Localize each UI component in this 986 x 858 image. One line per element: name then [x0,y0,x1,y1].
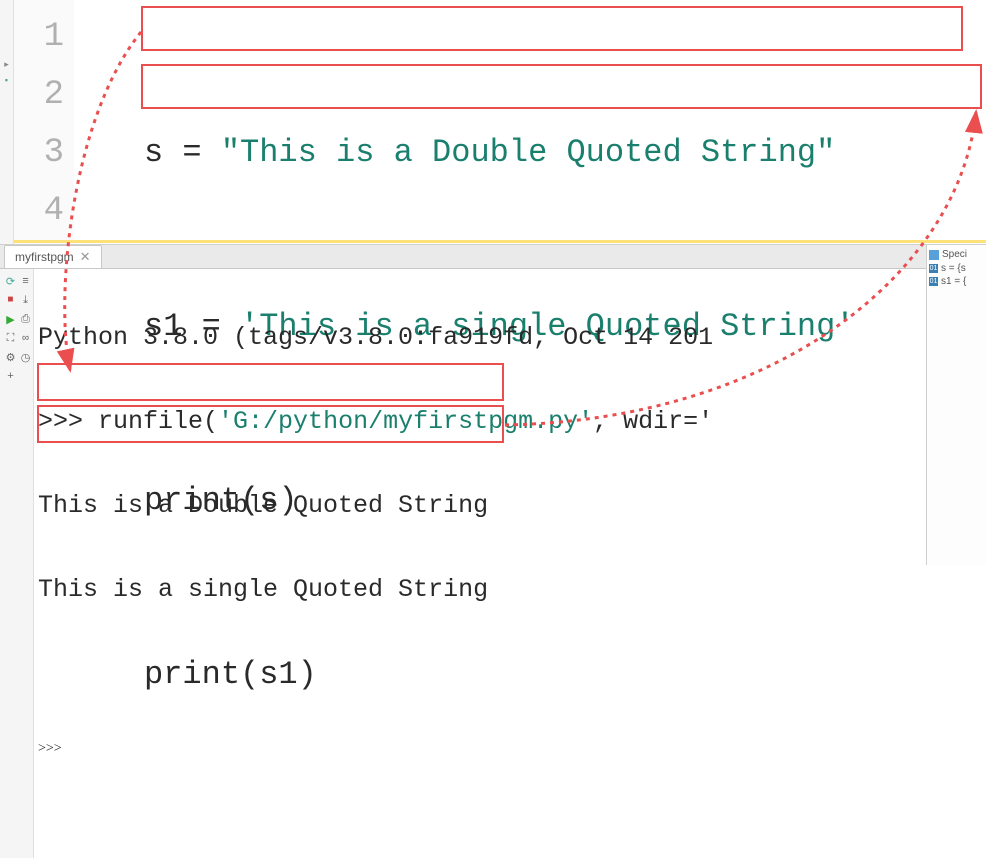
print-icon[interactable]: ⎙ [19,313,32,326]
console-output[interactable]: Python 3.8.0 (tags/v3.8.0:fa919fd, Oct 1… [34,269,926,858]
annotation-box [141,6,963,51]
console-toolbar: ⟳≡ ■⤓ ▶⎙ ⛶∞ ⚙◷ + [0,269,34,858]
line-number: 4 [14,182,64,240]
string-literal: "This is a Double Quoted String" [221,124,836,182]
fold-dot-icon[interactable]: ▪ [4,76,9,86]
var-entry[interactable]: s = {s [941,263,966,274]
console-line: This is a Double Quoted String [38,491,488,520]
annotation-box [37,405,504,443]
prompt: >>> [38,741,62,756]
console-line: This is a single Quoted String [38,575,488,604]
panel-icon [929,250,939,260]
line-number: 1 [14,8,64,66]
lines-icon[interactable]: ≡ [19,275,32,288]
save-icon[interactable]: ⤓ [19,294,32,307]
run-icon[interactable]: ▶ [4,313,17,326]
var-type-icon: 01 [929,264,938,273]
stop-icon[interactable]: ■ [4,294,17,307]
gear-icon[interactable]: ⚙ [4,351,17,364]
line-number: 2 [14,66,64,124]
debug-icon[interactable]: ⛶ [4,332,17,345]
annotation-box [141,64,982,109]
line-number-gutter: 1 2 3 4 [14,0,74,244]
modified-line-marker [14,240,986,243]
gutter-fold-controls: ▸ ▪ [0,0,14,244]
tab-label: myfirstpgm [15,250,74,264]
line-number: 3 [14,124,64,182]
console-call-tail: , wdir=' [593,407,713,436]
var-entry[interactable]: s1 = { [941,276,966,287]
console-banner: Python 3.8.0 (tags/v3.8.0:fa919fd, Oct 1… [38,323,713,352]
variable: s [144,124,163,182]
operator: = [163,124,221,182]
restart-icon[interactable]: ⟳ [4,275,17,288]
annotation-box [37,363,504,401]
fold-arrow-icon[interactable]: ▸ [4,60,9,70]
var-type-icon: 01 [929,277,938,286]
variable-explorer[interactable]: Speci 01s = {s 01s1 = { [926,245,986,565]
panel-title: Speci [942,249,967,260]
add-icon[interactable]: + [4,370,17,383]
history-icon[interactable]: ◷ [19,351,32,364]
infinity-icon[interactable]: ∞ [19,332,32,345]
